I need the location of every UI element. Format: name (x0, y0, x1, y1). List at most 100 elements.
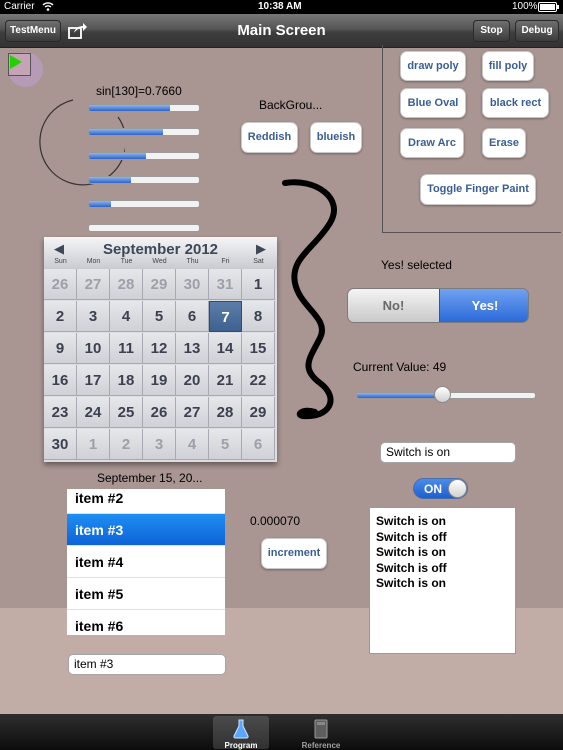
erase-button[interactable]: Erase (482, 128, 526, 158)
calendar-day[interactable]: 10 (77, 333, 110, 364)
value-slider-fill (357, 393, 445, 398)
calendar-day[interactable]: 17 (77, 365, 110, 396)
tab-bar: Program Reference (0, 714, 563, 750)
slider-3[interactable] (88, 152, 200, 160)
calendar-day[interactable]: 27 (176, 397, 209, 428)
reddish-button[interactable]: Reddish (241, 122, 298, 153)
calendar-day[interactable]: 2 (44, 301, 77, 332)
calendar-day[interactable]: 15 (242, 333, 275, 364)
item-table[interactable]: item #2 item #3 item #4 item #5 item #6 (67, 489, 225, 635)
calendar-day[interactable]: 11 (110, 333, 143, 364)
calendar-day[interactable]: 13 (176, 333, 209, 364)
toggle-finger-paint-button[interactable]: Toggle Finger Paint (420, 174, 536, 205)
on-off-switch[interactable]: ON (413, 478, 468, 499)
draw-poly-button[interactable]: draw poly (400, 51, 466, 81)
date-label: September 15, 20... (97, 471, 203, 485)
weekday-label: Sat (253, 258, 264, 265)
calendar-day[interactable]: 29 (143, 269, 176, 300)
calendar-day[interactable]: 26 (143, 397, 176, 428)
calendar-day[interactable]: 24 (77, 397, 110, 428)
weekday-label: Tue (120, 258, 133, 265)
calendar-day[interactable]: 21 (209, 365, 242, 396)
selected-item-field[interactable]: item #3 (68, 654, 226, 675)
book-icon (314, 719, 328, 739)
blueish-button[interactable]: blueish (310, 122, 362, 153)
draw-arc-button[interactable]: Draw Arc (400, 128, 464, 158)
calendar-day[interactable]: 12 (143, 333, 176, 364)
list-item[interactable]: item #4 (67, 546, 225, 578)
slider-fill (89, 153, 147, 159)
calendar-day[interactable]: 2 (110, 429, 143, 460)
tab-program-label: Program (224, 741, 258, 750)
blue-oval-button[interactable]: Blue Oval (400, 88, 466, 118)
switch-log-line: Switch is on (376, 545, 447, 559)
switch-log-line: Switch is on (376, 576, 447, 590)
calendar-day[interactable]: 18 (110, 365, 143, 396)
calendar-day[interactable]: 8 (242, 301, 275, 332)
calendar-day[interactable]: 27 (77, 269, 110, 300)
tab-program[interactable]: Program (213, 716, 269, 750)
calendar-day[interactable]: 9 (44, 333, 77, 364)
list-item[interactable]: item #3 (67, 514, 225, 546)
calendar-day[interactable]: 5 (143, 301, 176, 332)
calendar-day[interactable]: 1 (242, 269, 275, 300)
calendar-day[interactable]: 26 (44, 269, 77, 300)
finger-paint-stroke (282, 179, 337, 420)
list-item[interactable]: item #5 (67, 578, 225, 610)
sin-label: sin[130]=0.7660 (96, 84, 182, 98)
status-bar: Carrier 10:38 AM 100% (0, 0, 563, 14)
segment-status-label: Yes! selected (381, 258, 452, 272)
calendar-day[interactable]: 28 (209, 397, 242, 428)
calendar-day[interactable]: 4 (110, 301, 143, 332)
calendar-day[interactable]: 16 (44, 365, 77, 396)
stop-button[interactable]: Stop (473, 20, 510, 42)
debug-button[interactable]: Debug (515, 20, 559, 42)
calendar-day[interactable]: 22 (242, 365, 275, 396)
slider-1[interactable] (88, 104, 200, 112)
tab-reference[interactable]: Reference (293, 716, 349, 750)
background-label: BackGrou... (259, 98, 323, 112)
calendar-day[interactable]: 20 (176, 365, 209, 396)
segment-no[interactable]: No! (348, 289, 439, 322)
increment-button[interactable]: increment (261, 538, 327, 569)
slider-4[interactable] (88, 176, 200, 184)
slider-2[interactable] (88, 128, 200, 136)
calendar-day[interactable]: 5 (209, 429, 242, 460)
switch-status-field[interactable]: Switch is on (380, 442, 516, 463)
date-picker[interactable]: ◀ September 2012 ▶ 26 27 28 29 30 31 1 2 3 4 5 6 7 8 9… (44, 237, 277, 462)
calendar-day[interactable]: 6 (176, 301, 209, 332)
list-item[interactable]: item #2 (67, 489, 225, 514)
calendar-day[interactable]: 25 (110, 397, 143, 428)
list-item[interactable]: item #6 (67, 610, 225, 635)
calendar-day[interactable]: 3 (143, 429, 176, 460)
play-square[interactable] (8, 53, 31, 76)
slider-fill (89, 129, 163, 135)
calendar-day[interactable]: 19 (143, 365, 176, 396)
calendar-day[interactable]: 29 (242, 397, 275, 428)
switch-log-textview[interactable]: Switch is on Switch is off Switch is on Swi… (369, 507, 516, 654)
value-slider-knob[interactable] (434, 386, 452, 403)
calendar-day[interactable]: 1 (77, 429, 110, 460)
tab-reference-label: Reference (301, 741, 341, 750)
slider-5[interactable] (88, 200, 200, 208)
calendar-day[interactable]: 30 (176, 269, 209, 300)
current-value-label: Current Value: 49 (353, 360, 447, 374)
fill-poly-button[interactable]: fill poly (482, 51, 534, 81)
carrier-label: Carrier (4, 1, 35, 12)
calendar-day[interactable]: 4 (176, 429, 209, 460)
slider-6[interactable] (88, 224, 200, 232)
calendar-day[interactable]: 3 (77, 301, 110, 332)
calendar-day[interactable]: 6 (242, 429, 275, 460)
next-month-icon[interactable]: ▶ (256, 241, 266, 257)
weekday-label: Thu (186, 258, 199, 265)
calendar-day[interactable]: 30 (44, 429, 77, 460)
calendar-day[interactable]: 31 (209, 269, 242, 300)
black-rect-button[interactable]: black rect (482, 88, 549, 118)
calendar-day[interactable]: 14 (209, 333, 242, 364)
calendar-day[interactable]: 28 (110, 269, 143, 300)
battery-label: 100% (512, 1, 538, 12)
calendar-day[interactable]: 7 (209, 301, 242, 332)
calendar-day[interactable]: 23 (44, 397, 77, 428)
segment-yes[interactable]: Yes! (439, 289, 528, 322)
navigation-bar: TestMenu Main Screen Stop Debug (0, 14, 563, 48)
